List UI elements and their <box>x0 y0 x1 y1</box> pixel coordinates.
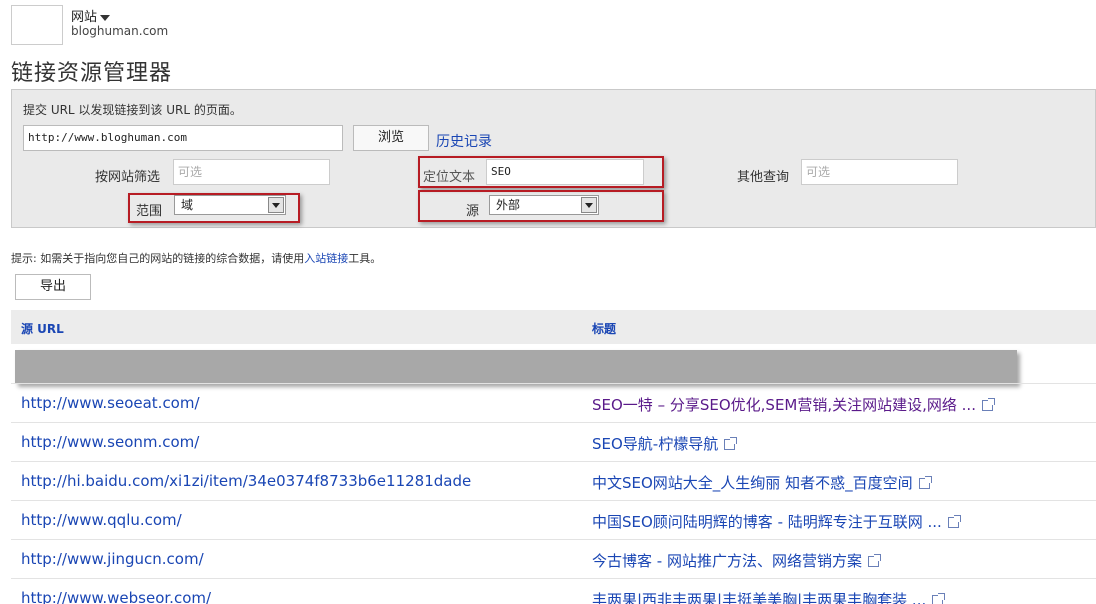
hint-suffix: 工具。 <box>348 252 382 265</box>
row-source-url[interactable]: http://www.webseor.com/ <box>21 589 211 604</box>
history-link[interactable]: 历史记录 <box>436 131 492 151</box>
url-input[interactable]: http://www.bloghuman.com <box>23 125 343 151</box>
row-source-url[interactable]: http://www.jingucn.com/ <box>21 550 204 568</box>
row-source-url[interactable]: http://www.qqlu.com/ <box>21 511 182 529</box>
row-title-text: SEO一特 – 分享SEO优化,SEM营销,关注网站建设,网络 ... <box>592 396 976 414</box>
external-link-icon[interactable] <box>724 437 738 450</box>
row-source-url[interactable]: http://hi.baidu.com/xi1zi/item/34e0374f8… <box>21 472 471 490</box>
column-header-source-url[interactable]: 源 URL <box>21 320 64 337</box>
redacted-row <box>15 350 1017 384</box>
column-header-title[interactable]: 标题 <box>592 320 616 337</box>
filter-by-site-label: 按网站筛选 <box>95 170 161 185</box>
other-query-label: 其他查询 <box>737 170 790 185</box>
row-source-url[interactable]: http://www.seoeat.com/ <box>21 394 200 412</box>
row-source-url[interactable]: http://www.seonm.com/ <box>21 433 199 451</box>
panel-instruction: 提交 URL 以发现链接到该 URL 的页面。 <box>23 103 242 117</box>
source-highlight <box>418 190 664 222</box>
hint-prefix: 提示: 如需关于指向您自己的网站的链接的综合数据，请使用 <box>11 252 305 265</box>
table-row: http://www.qqlu.com/ 中国SEO顾问陆明辉的博客 - 陆明辉… <box>11 500 1096 539</box>
external-link-icon[interactable] <box>932 593 946 604</box>
scope-highlight <box>128 193 300 223</box>
row-title[interactable]: SEO导航-柠檬导航 <box>592 433 738 454</box>
browse-button[interactable]: 浏览 <box>353 125 429 151</box>
chevron-down-icon <box>100 14 111 21</box>
row-title-text: SEO导航-柠檬导航 <box>592 435 719 453</box>
row-title[interactable]: 丰两果|西非丰两果|丰挺美美胸|丰两果丰胸套装 ... <box>592 589 946 604</box>
external-link-icon[interactable] <box>918 476 932 489</box>
table-row: http://www.seonm.com/ SEO导航-柠檬导航 <box>11 422 1096 461</box>
export-button[interactable]: 导出 <box>15 274 91 300</box>
row-title[interactable]: SEO一特 – 分享SEO优化,SEM营销,关注网站建设,网络 ... <box>592 394 995 415</box>
table-header: 源 URL 标题 <box>11 310 1096 344</box>
site-switcher[interactable]: 网站 <box>71 6 111 25</box>
table-row: http://hi.baidu.com/xi1zi/item/34e0374f8… <box>11 461 1096 500</box>
external-link-icon[interactable] <box>867 554 881 567</box>
row-title[interactable]: 今古博客 - 网站推广方法、网络营销方案 <box>592 550 881 571</box>
table-row: http://www.webseor.com/ 丰两果|西非丰两果|丰挺美美胸|… <box>11 578 1096 604</box>
row-title[interactable]: 中文SEO网站大全_人生绚丽 知者不惑_百度空间 <box>592 472 932 493</box>
site-domain: bloghuman.com <box>71 24 169 38</box>
filter-by-site-input[interactable]: 可选 <box>173 159 330 185</box>
external-link-icon[interactable] <box>981 398 995 411</box>
site-thumbnail <box>11 5 63 45</box>
external-link-icon[interactable] <box>947 515 961 528</box>
anchor-text-highlight <box>418 156 664 188</box>
table-row: http://www.seoeat.com/ SEO一特 – 分享SEO优化,S… <box>11 383 1096 422</box>
row-title-text: 中文SEO网站大全_人生绚丽 知者不惑_百度空间 <box>592 474 913 492</box>
other-query-input[interactable]: 可选 <box>801 159 958 185</box>
row-title-text: 今古博客 - 网站推广方法、网络营销方案 <box>592 552 862 570</box>
page-title: 链接资源管理器 <box>11 61 173 86</box>
table-row: http://www.jingucn.com/ 今古博客 - 网站推广方法、网络… <box>11 539 1096 578</box>
inbound-links-link[interactable]: 入站链接 <box>304 252 348 265</box>
row-title[interactable]: 中国SEO顾问陆明辉的博客 - 陆明辉专注于互联网 ... <box>592 511 961 532</box>
row-title-text: 中国SEO顾问陆明辉的博客 - 陆明辉专注于互联网 ... <box>592 513 942 531</box>
row-title-text: 丰两果|西非丰两果|丰挺美美胸|丰两果丰胸套装 ... <box>592 591 927 604</box>
site-switcher-label: 网站 <box>71 10 98 25</box>
hint-text: 提示: 如需关于指向您自己的网站的链接的综合数据，请使用入站链接工具。 <box>11 250 381 266</box>
